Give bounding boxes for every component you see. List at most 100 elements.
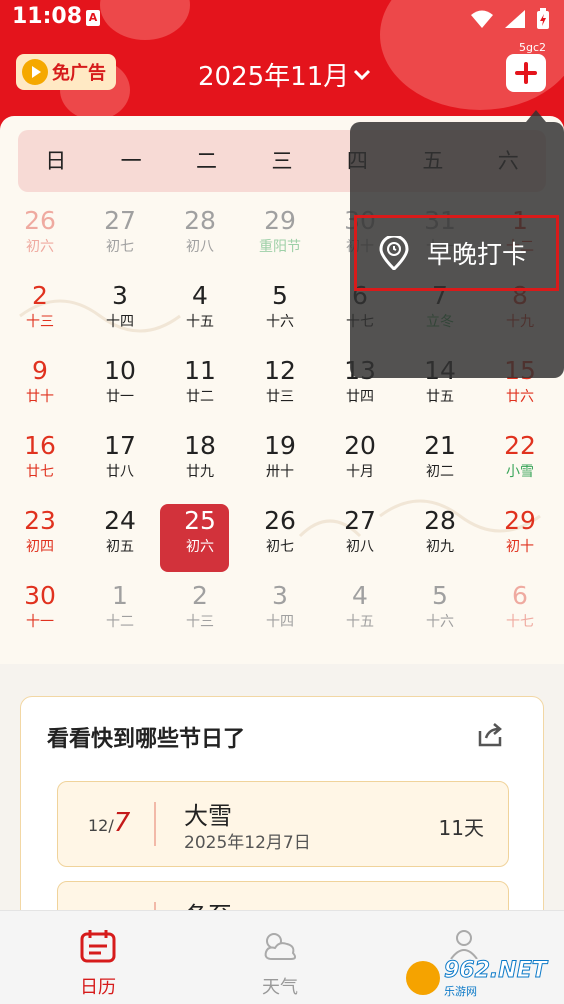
lunar-date: 十二	[106, 614, 134, 630]
calendar-day-cell[interactable]: 30 十一	[0, 575, 80, 650]
status-bar: 11:08 A	[0, 0, 564, 36]
calendar-day-cell[interactable]: 2 十三	[160, 575, 240, 650]
day-number: 4	[352, 581, 368, 610]
lunar-date: 十五	[186, 314, 214, 330]
add-button[interactable]	[506, 54, 546, 92]
lunar-date: 廿五	[426, 389, 454, 405]
watermark-sub: 乐游网	[444, 984, 477, 998]
calendar-day-cell[interactable]: 3 十四	[80, 275, 160, 350]
lunar-date: 廿九	[186, 464, 214, 480]
calendar-day-cell[interactable]: 27 初七	[80, 200, 160, 275]
lunar-date: 十月	[346, 464, 374, 480]
festival-item[interactable]: 12/7 大雪 2025年12月7日 11天	[57, 781, 509, 867]
calendar-day-cell[interactable]: 25 初六	[160, 500, 240, 575]
calendar-day-cell[interactable]: 10 廿一	[80, 350, 160, 425]
lunar-date: 廿十	[26, 389, 54, 405]
battery-icon	[537, 8, 549, 29]
calendar-day-cell[interactable]: 29 初十	[480, 500, 560, 575]
lunar-date: 初六	[186, 539, 214, 555]
calendar-day-cell[interactable]: 11 廿二	[160, 350, 240, 425]
day-number: 2	[32, 281, 48, 310]
lunar-date: 十七	[506, 614, 534, 630]
calendar-day-cell[interactable]: 17 廿八	[80, 425, 160, 500]
calendar-day-cell[interactable]: 2 十三	[0, 275, 80, 350]
day-number: 22	[504, 431, 536, 460]
no-ads-button[interactable]: 免广告	[16, 54, 116, 90]
day-number: 28	[424, 506, 456, 535]
calendar-day-cell[interactable]: 9 廿十	[0, 350, 80, 425]
day-number: 24	[104, 506, 136, 535]
lunar-date: 初六	[26, 239, 54, 255]
calendar-day-cell[interactable]: 1 十二	[80, 575, 160, 650]
calendar-day-cell[interactable]: 26 初六	[0, 200, 80, 275]
calendar-day-cell[interactable]: 21 初二	[400, 425, 480, 500]
lunar-date: 十三	[26, 314, 54, 330]
calendar-day-cell[interactable]: 26 初七	[240, 500, 320, 575]
day-number: 17	[104, 431, 136, 460]
calendar-day-cell[interactable]: 29 重阳节	[240, 200, 320, 275]
lunar-date: 廿七	[26, 464, 54, 480]
calendar-day-cell[interactable]: 23 初四	[0, 500, 80, 575]
day-number: 27	[344, 506, 376, 535]
system-icons	[470, 8, 550, 30]
watermark-brand: 962.NET	[444, 957, 548, 983]
calendar-day-cell[interactable]: 12 廿三	[240, 350, 320, 425]
tab-weather[interactable]: 天气	[230, 929, 330, 999]
calendar-day-cell[interactable]: 3 十四	[240, 575, 320, 650]
calendar-day-cell[interactable]: 19 卅十	[240, 425, 320, 500]
calendar-day-cell[interactable]: 22 小雪	[480, 425, 560, 500]
location-clock-icon	[379, 236, 409, 270]
calendar-day-cell[interactable]: 5 十六	[400, 575, 480, 650]
day-number: 5	[432, 581, 448, 610]
weekday-label: 二	[196, 149, 218, 173]
popup-arrow	[526, 110, 546, 122]
festival-full-date: 2025年12月7日	[184, 833, 311, 853]
festival-title: 看看快到哪些节日了	[47, 727, 246, 752]
lunar-date: 廿二	[186, 389, 214, 405]
day-number: 18	[184, 431, 216, 460]
lunar-date: 廿四	[346, 389, 374, 405]
weekday-label: 日	[45, 149, 67, 173]
lunar-date: 廿一	[106, 389, 134, 405]
calendar-day-cell[interactable]: 16 廿七	[0, 425, 80, 500]
festival-name: 大雪	[184, 802, 232, 830]
day-number: 30	[24, 581, 56, 610]
lunar-date: 初八	[346, 539, 374, 555]
day-number: 26	[24, 206, 56, 235]
calendar-day-cell[interactable]: 18 廿九	[160, 425, 240, 500]
lunar-date: 小雪	[506, 464, 534, 480]
calendar-day-cell[interactable]: 6 十七	[480, 575, 560, 650]
calendar-week-row: 30 十一 1 十二 2 十三 3 十四 4 十五 5 十六 6 十七	[0, 575, 564, 650]
calendar-day-cell[interactable]: 5 十六	[240, 275, 320, 350]
lunar-date: 初七	[266, 539, 294, 555]
day-number: 2	[192, 581, 208, 610]
calendar-day-cell[interactable]: 4 十五	[320, 575, 400, 650]
calendar-day-cell[interactable]: 4 十五	[160, 275, 240, 350]
calendar-day-cell[interactable]: 20 十月	[320, 425, 400, 500]
calendar-day-cell[interactable]: 27 初八	[320, 500, 400, 575]
day-number: 29	[264, 206, 296, 235]
festival-countdown: 11天	[438, 816, 484, 840]
checkin-label: 早晚打卡	[427, 240, 528, 269]
month-selector[interactable]: 2025年11月	[198, 56, 371, 93]
day-number: 16	[24, 431, 56, 460]
lunar-date: 初九	[426, 539, 454, 555]
calendar-day-cell[interactable]: 24 初五	[80, 500, 160, 575]
no-ads-label: 免广告	[52, 63, 106, 84]
calendar-icon	[80, 930, 116, 963]
tab-calendar[interactable]: 日历	[48, 929, 148, 999]
checkin-menu-item[interactable]: 早晚打卡	[354, 215, 559, 291]
weekday-label: 三	[271, 149, 293, 173]
wifi-icon	[471, 10, 493, 28]
day-number: 23	[24, 506, 56, 535]
day-number: 29	[504, 506, 536, 535]
calendar-day-cell[interactable]: 28 初九	[400, 500, 480, 575]
festival-date: 12/7	[88, 808, 130, 838]
share-icon[interactable]	[477, 723, 503, 747]
lunar-date: 十五	[346, 614, 374, 630]
play-coin-icon	[22, 59, 48, 85]
lunar-date: 初十	[506, 539, 534, 555]
calendar-day-cell[interactable]: 28 初八	[160, 200, 240, 275]
calendar-week-row: 23 初四 24 初五 25 初六 26 初七 27 初八 28 初九 29 初十	[0, 500, 564, 575]
festival-day: 7	[113, 808, 131, 838]
